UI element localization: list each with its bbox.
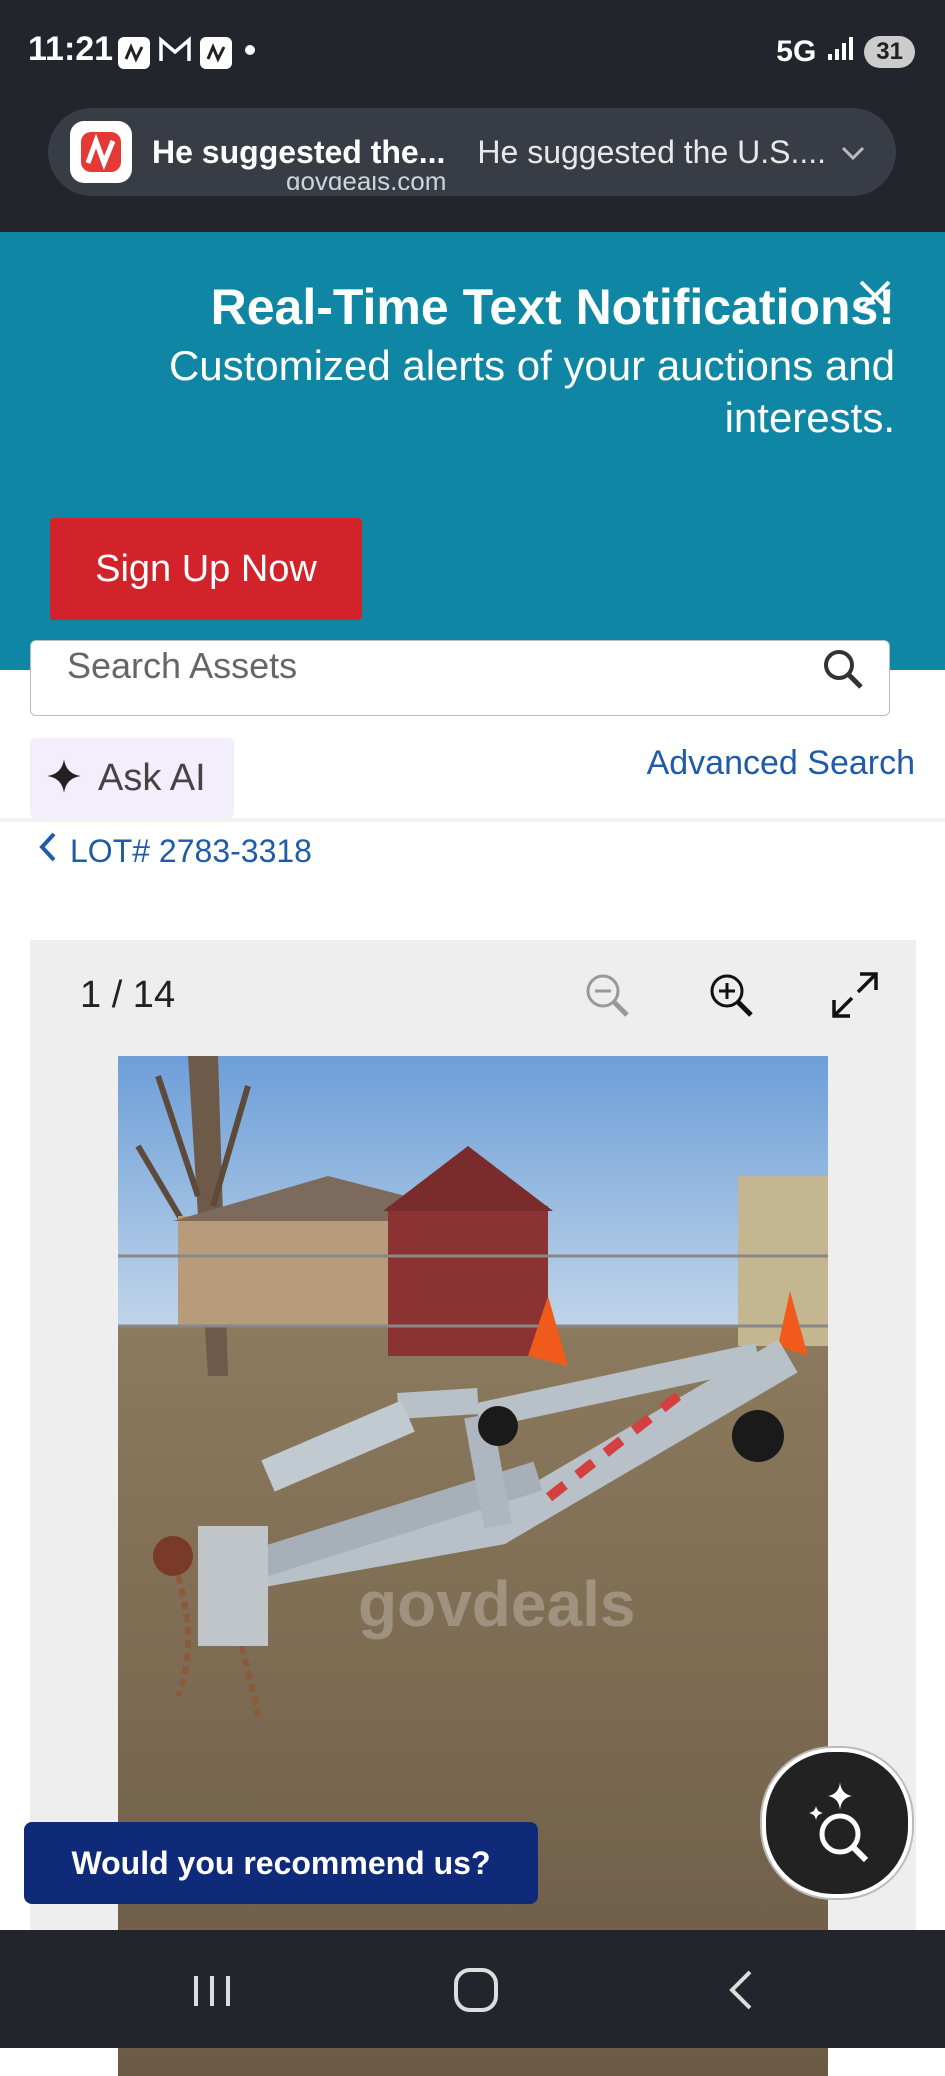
back-to-lot-link[interactable]: LOT# 2783-3318: [38, 830, 312, 872]
news-app-icon-2: [200, 36, 232, 69]
notification-body: He suggested the U.S....: [477, 133, 827, 170]
battery-indicator: 31: [864, 36, 915, 68]
search-placeholder: Search Assets: [67, 645, 298, 686]
status-notification-icons: [118, 36, 260, 69]
advanced-search-link[interactable]: Advanced Search: [647, 744, 915, 783]
gmail-icon: [158, 36, 192, 69]
news-app-icon: [118, 36, 150, 69]
home-icon[interactable]: [446, 1960, 506, 2020]
sign-up-now-button[interactable]: Sign Up Now: [50, 518, 362, 620]
photo-watermark: govdeals: [358, 1568, 635, 1640]
banner-subtitle: Customized alerts of your auctions and i…: [168, 342, 895, 441]
network-type: 5G: [776, 35, 817, 68]
browser-url: govdeals.com: [286, 176, 446, 190]
news-app-logo-icon: [70, 121, 132, 183]
recommend-us-button[interactable]: Would you recommend us?: [24, 1822, 538, 1904]
status-bar: 11:21 5G 31 He suggested the... He sugge…: [0, 0, 945, 232]
more-notifications-dot-icon: [240, 40, 260, 65]
trailer-photo[interactable]: govdeals: [118, 1056, 828, 2076]
chevron-down-icon[interactable]: [838, 138, 868, 173]
heads-up-notification[interactable]: He suggested the... He suggested the U.S…: [48, 108, 896, 196]
chevron-left-icon: [38, 830, 58, 872]
ai-search-fab[interactable]: [762, 1748, 912, 1898]
search-icon[interactable]: [819, 645, 869, 695]
recent-apps-icon[interactable]: [182, 1960, 242, 2020]
search-input[interactable]: Search Assets: [30, 640, 890, 716]
lot-number: LOT# 2783-3318: [70, 832, 312, 869]
zoom-in-icon[interactable]: [706, 970, 756, 1025]
ai-search-icon: [809, 1782, 869, 1863]
status-time: 11:21: [28, 30, 114, 68]
close-icon[interactable]: [855, 276, 895, 316]
ask-ai-label: Ask AI: [98, 756, 206, 799]
notification-title: He suggested the...: [152, 133, 446, 170]
ask-ai-button[interactable]: Ask AI: [30, 738, 234, 818]
back-icon[interactable]: [712, 1960, 772, 2020]
signal-icon: [826, 34, 854, 70]
text-notifications-banner: Real-Time Text Notifications! Customized…: [0, 232, 945, 670]
divider: [0, 818, 945, 822]
zoom-out-icon[interactable]: [582, 970, 632, 1025]
sparkle-icon: [44, 756, 84, 801]
system-nav-bar: [0, 1930, 945, 2048]
banner-title: Real-Time Text Notifications!: [210, 279, 895, 335]
fullscreen-icon[interactable]: [830, 970, 880, 1025]
status-right: 5G 31: [776, 34, 915, 70]
image-counter: 1 / 14: [80, 974, 176, 1016]
